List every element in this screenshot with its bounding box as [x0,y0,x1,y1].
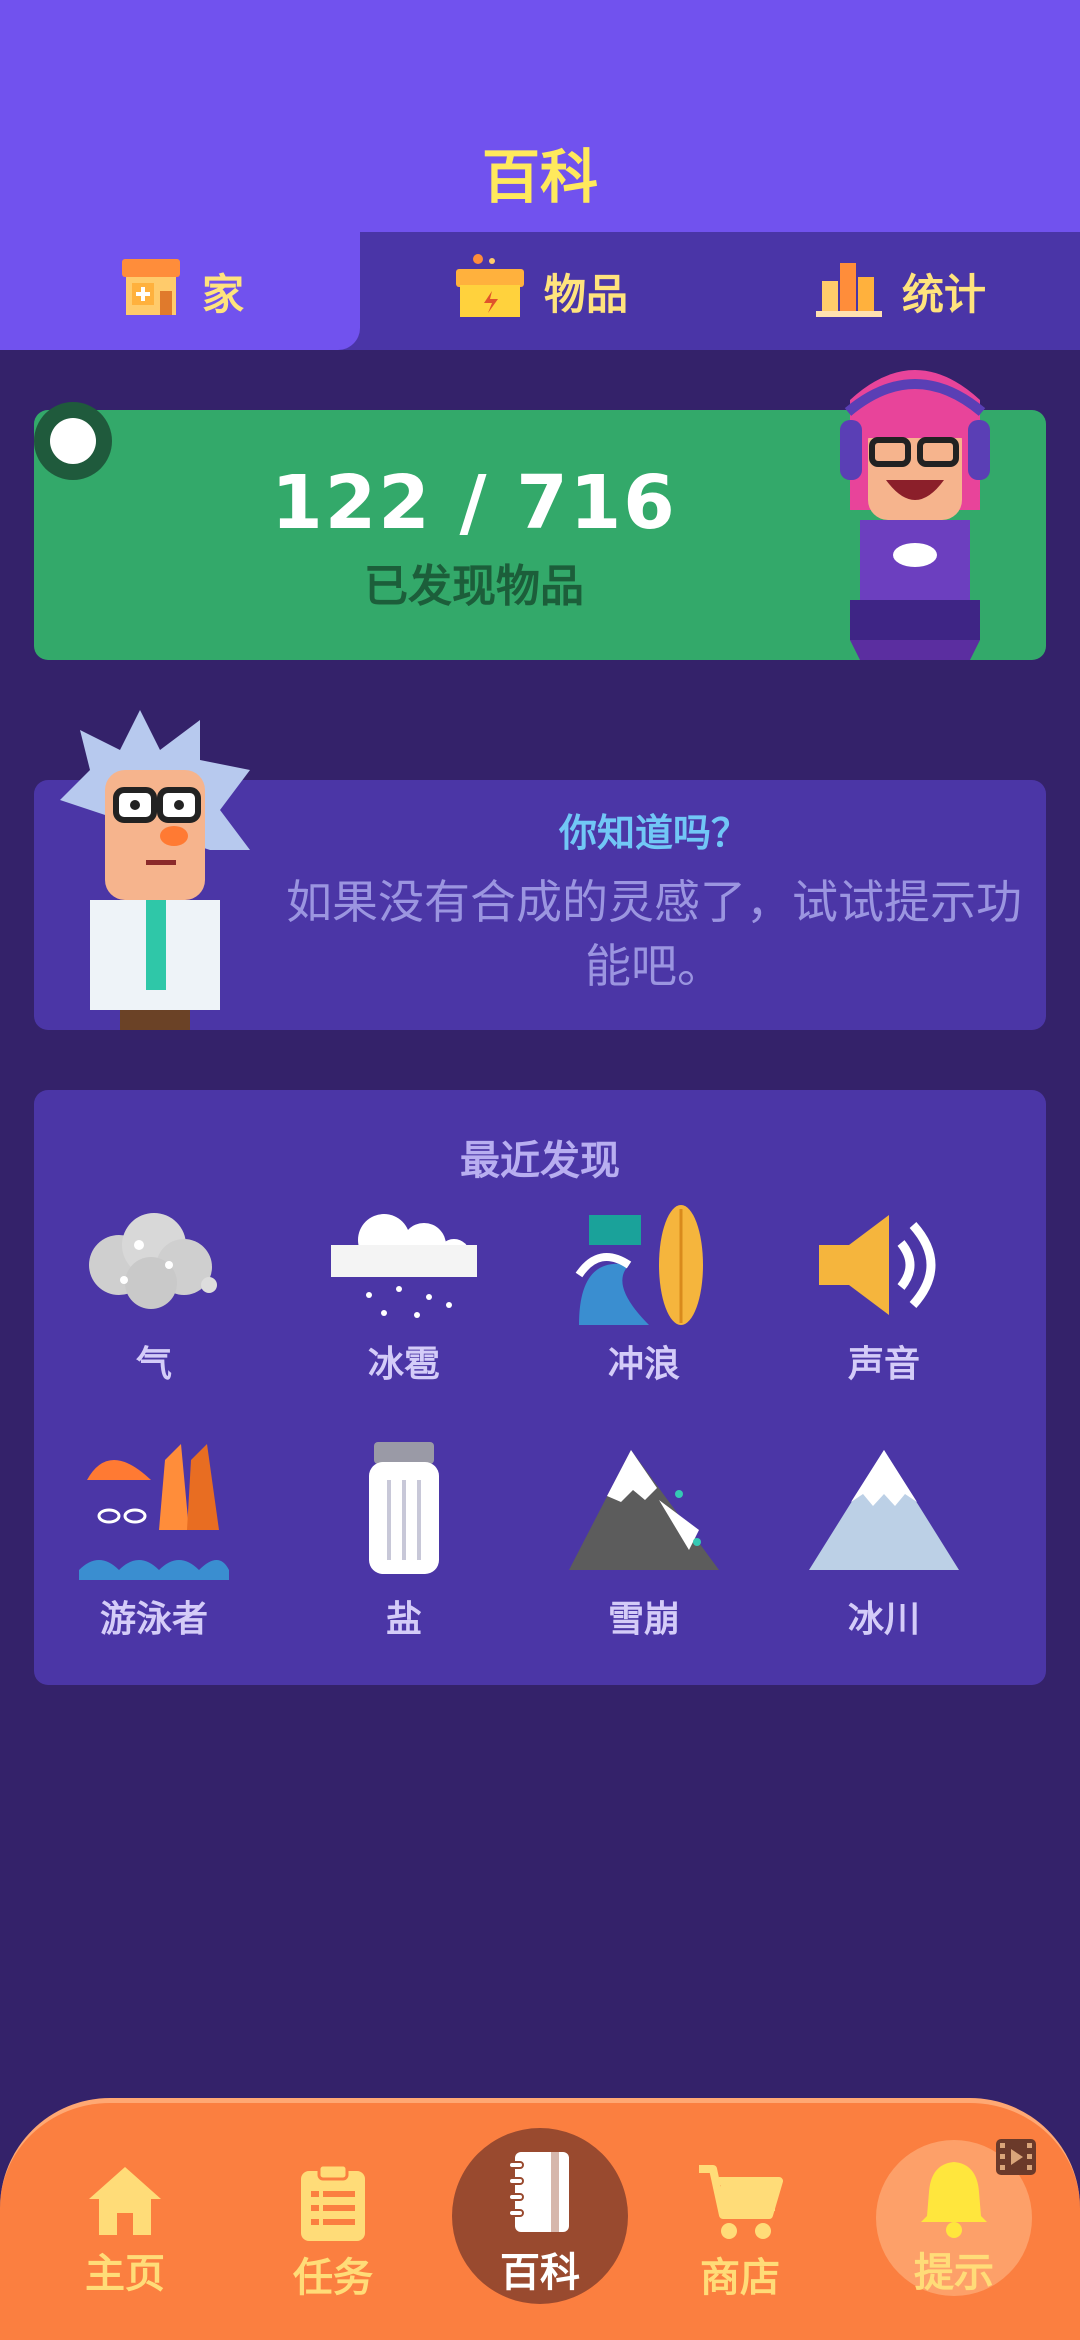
clipboard-icon [258,2163,408,2243]
video-ad-icon [995,2138,1037,2180]
home-icon [50,2163,200,2239]
nav-encyclopedia[interactable]: 百科 [452,2128,628,2304]
discovered-count: 122 / 716 [271,460,677,546]
item-label: 冲浪 [607,1344,680,1385]
swimmer-icon [34,1440,274,1580]
nav-home[interactable]: 主页 [50,2163,200,2299]
tip-text: 如果没有合成的灵感了，试试提示功能吧。 [286,875,1022,993]
toggle-dot[interactable] [34,402,112,480]
tab-label: 物品 [543,269,628,319]
tab-stats[interactable]: 统计 [720,232,1080,350]
sound-icon [764,1205,1004,1325]
hail-icon [284,1205,524,1325]
glacier-icon [764,1440,1004,1580]
item-label: 冰川 [847,1599,920,1640]
nav-label: 主页 [85,2251,165,2297]
tab-label: 统计 [901,269,986,319]
recent-item[interactable]: 冰雹 [284,1205,524,1387]
recent-item[interactable]: 盐 [284,1440,524,1642]
item-label: 气 [135,1344,172,1385]
nav-label: 商店 [700,2255,780,2301]
nav-label: 百科 [500,2250,580,2296]
nav-tasks[interactable]: 任务 [258,2163,408,2303]
steam-icon [34,1205,274,1325]
item-label: 盐 [385,1599,422,1640]
avalanche-icon [524,1440,764,1580]
recent-title: 最近发现 [460,1138,620,1184]
header: 百科 [0,0,1080,235]
nav-shop[interactable]: 商店 [665,2163,815,2303]
girl-character-illustration [820,360,1010,664]
tab-items[interactable]: 物品 [360,232,720,350]
item-label: 冰雹 [367,1344,440,1385]
recent-item[interactable]: 冲浪 [524,1205,764,1387]
tip-title: 你知道吗？ [558,811,749,855]
recent-item[interactable]: 冰川 [764,1440,1004,1642]
item-label: 游泳者 [99,1599,208,1640]
recent-item[interactable]: 游泳者 [34,1440,274,1642]
cart-icon [665,2163,815,2243]
tab-home[interactable]: 家 [0,232,360,350]
box-icon [452,251,528,331]
notebook-icon [505,2152,575,2238]
recent-discoveries-card: 最近发现 气 冰雹 冲浪 声音 游泳者 盐 雪崩 冰川 [34,1090,1046,1685]
salt-icon [284,1440,524,1580]
recent-item[interactable]: 声音 [764,1205,1004,1387]
recent-item[interactable]: 雪崩 [524,1440,764,1642]
discovered-label: 已发现物品 [364,561,584,612]
scientist-character-illustration [50,710,260,1034]
page-title: 百科 [481,143,598,211]
nav-label: 提示 [914,2250,994,2296]
surfing-icon [524,1205,764,1325]
bar-chart-icon [814,251,886,331]
tab-label: 家 [201,269,244,319]
shop-icon [116,251,186,331]
item-label: 声音 [847,1344,920,1385]
tab-bar: 家 物品 统计 [0,232,1080,350]
nav-label: 任务 [293,2255,373,2301]
recent-item[interactable]: 气 [34,1205,274,1387]
item-label: 雪崩 [607,1599,680,1640]
